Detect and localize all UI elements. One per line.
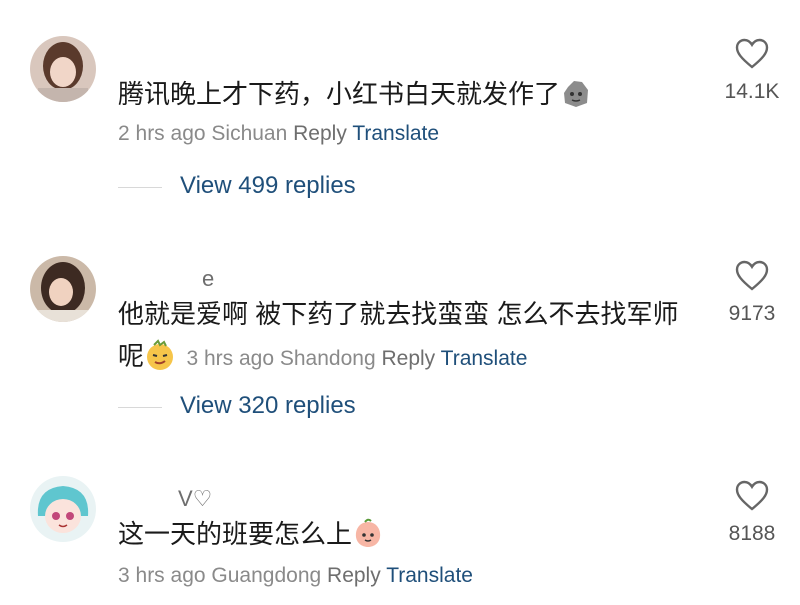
reply-button[interactable]: Reply [327, 564, 381, 587]
username[interactable]: V♡ [178, 486, 212, 512]
location: Shandong [279, 347, 376, 370]
like-count: 14.1K [724, 80, 780, 103]
peach-face-emoji [355, 518, 381, 547]
like-button[interactable]: 14.1K [722, 38, 782, 104]
heart-outline-icon [735, 38, 769, 69]
comment-text: 腾讯晚上才下药，小红书白天就发作了 [118, 74, 698, 114]
avatar[interactable] [30, 476, 96, 542]
translate-button[interactable]: Translate [386, 564, 473, 587]
timestamp: 3 hrs ago [186, 347, 275, 370]
divider [118, 407, 162, 408]
like-button[interactable]: 8188 [722, 480, 782, 546]
smirk-orange-emoji [147, 339, 174, 370]
username[interactable]: e [202, 266, 214, 292]
like-count: 8188 [728, 522, 776, 545]
like-count: 9173 [728, 302, 776, 325]
avatar[interactable] [30, 256, 96, 322]
timestamp: 3 hrs ago [118, 564, 206, 587]
location: Sichuan [211, 122, 288, 145]
comment-text-line: 呢 [118, 341, 145, 371]
comment-text: 他就是爱啊 被下药了就去找蛮蛮 怎么不去找军师 [118, 294, 698, 334]
translate-button[interactable]: Translate [441, 347, 528, 370]
comment-text: 这一天的班要怎么上 [118, 514, 698, 554]
reply-button[interactable]: Reply [381, 347, 435, 370]
comment-meta: 3 hrs ago Guangdong Reply Translate [118, 564, 473, 588]
timestamp: 2 hrs ago [118, 122, 206, 145]
comment-meta: 呢 3 hrs ago Shandong Reply Translate [118, 336, 527, 373]
avatar[interactable] [30, 36, 96, 102]
comment-text-line: 他就是爱啊 被下药了就去找蛮蛮 怎么不去找军师 [118, 299, 679, 329]
like-button[interactable]: 9173 [722, 260, 782, 326]
location: Guangdong [211, 564, 322, 587]
view-replies-label: View 320 replies [180, 392, 356, 419]
translate-button[interactable]: Translate [352, 122, 439, 145]
reply-button[interactable]: Reply [293, 122, 347, 145]
view-replies-label: View 499 replies [180, 172, 356, 199]
divider [118, 187, 162, 188]
comment-meta: 2 hrs ago Sichuan Reply Translate [118, 122, 439, 146]
heart-outline-icon [735, 260, 769, 291]
stone-face-emoji [564, 81, 589, 107]
heart-outline-icon [735, 480, 769, 511]
